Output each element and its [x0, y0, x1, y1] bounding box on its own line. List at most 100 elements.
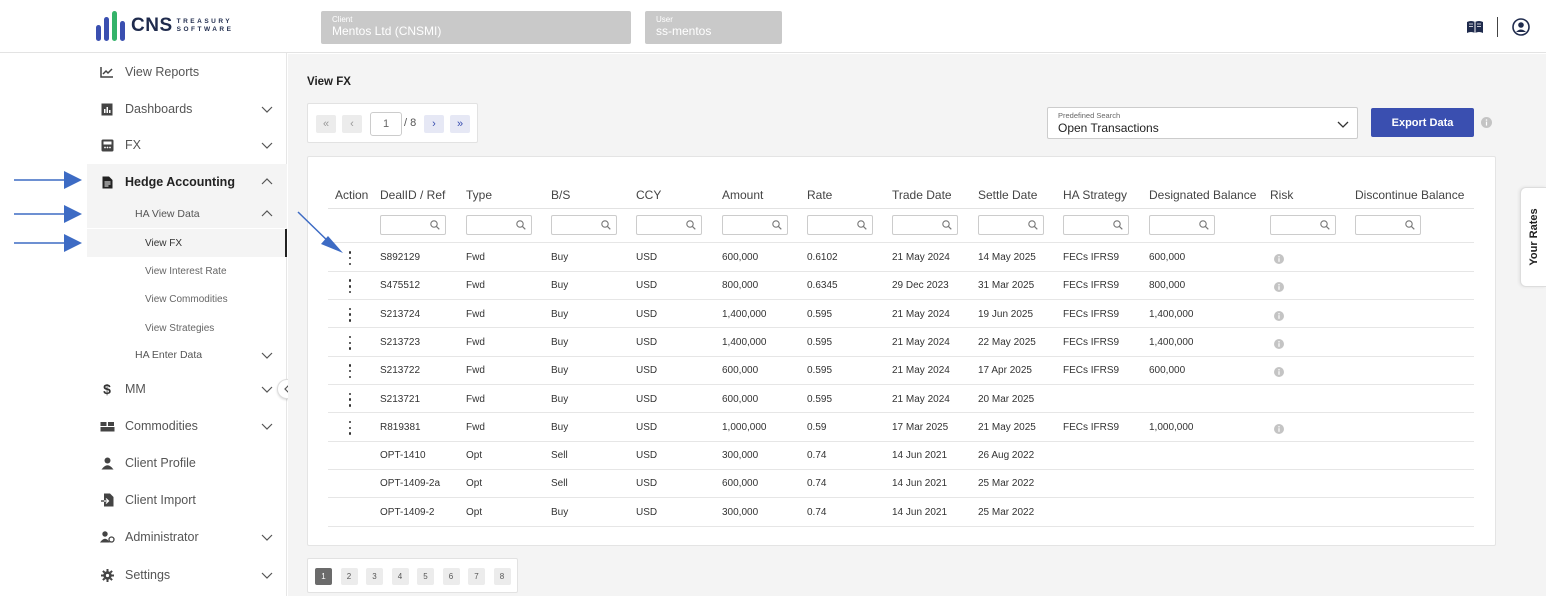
- filter-input-discontinue-balance[interactable]: [1355, 215, 1421, 235]
- page-button-8[interactable]: 8: [493, 568, 511, 585]
- your-rates-tab[interactable]: Your Rates: [1520, 187, 1546, 287]
- cell-ha-strategy: FECs IFRS9: [1063, 421, 1120, 433]
- page-button-2[interactable]: 2: [340, 568, 358, 585]
- page-button-6[interactable]: 6: [442, 568, 460, 585]
- main-content: View FX « ‹ 1 / 8 › » Predefined Search …: [288, 54, 1546, 596]
- sidebar-item-fx[interactable]: FX: [87, 127, 287, 163]
- risk-info-icon[interactable]: [1274, 310, 1284, 321]
- page-button-4[interactable]: 4: [391, 568, 409, 585]
- row-action-menu-icon[interactable]: [345, 279, 355, 294]
- filter-input-designated-balance[interactable]: [1149, 215, 1215, 235]
- table-row[interactable]: S475512 Fwd Buy USD 800,000 0.6345 29 Dec 2023…: [308, 271, 1497, 299]
- sidebar-item-view-strategies[interactable]: View Strategies: [87, 314, 287, 342]
- sidebar-item-client-profile[interactable]: Client Profile: [87, 445, 287, 481]
- next-page-button[interactable]: ›: [424, 115, 444, 133]
- search-icon: [1113, 220, 1123, 230]
- predefined-search-select[interactable]: Predefined Search Open Transactions: [1047, 107, 1358, 139]
- table-row[interactable]: S213722 Fwd Buy USD 600,000 0.595 21 May 2024 1…: [308, 356, 1497, 384]
- table-row[interactable]: OPT-1409-2 Opt Buy USD 300,000 0.74 14 Jun 202…: [308, 498, 1497, 526]
- sidebar-item-dashboards[interactable]: Dashboards: [87, 91, 287, 127]
- cell-buy-sell: Buy: [551, 393, 569, 405]
- sidebar-item-administrator[interactable]: Administrator: [87, 519, 287, 555]
- column-header-rate[interactable]: Rate: [807, 188, 832, 202]
- prev-page-button[interactable]: ‹: [342, 115, 362, 133]
- column-header-deal-id[interactable]: DealID / Ref: [380, 188, 445, 202]
- sidebar-item-view-fx[interactable]: View FX: [87, 229, 287, 257]
- column-header-risk[interactable]: Risk: [1270, 188, 1293, 202]
- table-row[interactable]: OPT-1410 Opt Sell USD 300,000 0.74 14 Jun 2021…: [308, 441, 1497, 469]
- filter-input-risk[interactable]: [1270, 215, 1336, 235]
- risk-info-icon[interactable]: [1274, 423, 1284, 434]
- row-action-menu-icon[interactable]: [345, 251, 355, 265]
- risk-info-icon[interactable]: [1274, 338, 1284, 349]
- filter-input-ha-strategy[interactable]: [1063, 215, 1129, 235]
- page-number-input[interactable]: 1: [370, 112, 402, 136]
- logo-sub-line2: SOFTWARE: [176, 26, 234, 33]
- first-page-button[interactable]: «: [316, 115, 336, 133]
- table-row[interactable]: S892129 Fwd Buy USD 600,000 0.6102 21 May 2024…: [308, 243, 1497, 271]
- sidebar-item-settings[interactable]: Settings: [87, 557, 287, 593]
- table-row[interactable]: OPT-1409-2a Opt Sell USD 600,000 0.74 14 Jun 2…: [308, 469, 1497, 497]
- filter-input-type[interactable]: [466, 215, 532, 235]
- sidebar-item-label: View Strategies: [145, 322, 215, 334]
- page-button-1[interactable]: 1: [315, 568, 332, 585]
- column-header-type[interactable]: Type: [466, 188, 492, 202]
- brand-logo[interactable]: CNS TREASURY SOFTWARE: [96, 11, 233, 41]
- column-header-ha-strategy[interactable]: HA Strategy: [1063, 188, 1127, 202]
- risk-info-icon[interactable]: [1274, 367, 1284, 378]
- client-selector[interactable]: Client Mentos Ltd (CNSMI): [321, 11, 631, 44]
- column-header-ccy[interactable]: CCY: [636, 188, 661, 202]
- page-button-3[interactable]: 3: [366, 568, 383, 585]
- column-header-discontinue-balance[interactable]: Discontinue Balance: [1355, 188, 1464, 202]
- arrow-view-fx: [14, 234, 82, 252]
- sidebar-item-ha-view-data[interactable]: HA View Data: [87, 200, 287, 228]
- cell-ccy: USD: [636, 365, 658, 377]
- page: CNS TREASURY SOFTWARE Client Mentos Ltd …: [0, 0, 1546, 596]
- sidebar-item-view-interest-rate[interactable]: View Interest Rate: [87, 257, 287, 285]
- sidebar-item-view-commodities[interactable]: View Commodities: [87, 285, 287, 313]
- column-header-designated-balance[interactable]: Designated Balance: [1149, 188, 1256, 202]
- table-row[interactable]: R819381 Fwd Buy USD 1,000,000 0.59 17 Mar 2025…: [308, 413, 1497, 441]
- cell-amount: 600,000: [722, 393, 759, 405]
- column-header-action[interactable]: Action: [335, 188, 368, 202]
- sidebar-item-view-reports[interactable]: View Reports: [87, 54, 287, 90]
- user-circle-icon[interactable]: [1511, 17, 1531, 37]
- filter-input-amount[interactable]: [722, 215, 788, 235]
- filter-input-rate[interactable]: [807, 215, 873, 235]
- table-row[interactable]: S213721 Fwd Buy USD 600,000 0.595 21 May 2024 2…: [308, 385, 1497, 413]
- table-row[interactable]: S213723 Fwd Buy USD 1,400,000 0.595 21 May 202…: [308, 328, 1497, 356]
- filter-input-ccy[interactable]: [636, 215, 702, 235]
- filter-input-deal-id[interactable]: [380, 215, 446, 235]
- cell-ha-strategy: FECs IFRS9: [1063, 365, 1120, 377]
- row-action-menu-icon[interactable]: [345, 307, 355, 322]
- cell-deal-id: S213721: [380, 393, 421, 405]
- filter-input-trade-date[interactable]: [892, 215, 958, 235]
- sidebar-item-client-import[interactable]: Client Import: [87, 482, 287, 518]
- user-selector[interactable]: User ss-mentos: [645, 11, 782, 44]
- row-action-menu-icon[interactable]: [345, 364, 355, 379]
- column-header-amount[interactable]: Amount: [722, 188, 763, 202]
- column-header-trade-date[interactable]: Trade Date: [892, 188, 952, 202]
- filter-input-buy-sell[interactable]: [551, 215, 617, 235]
- risk-info-icon[interactable]: [1274, 282, 1284, 293]
- book-icon[interactable]: [1465, 17, 1485, 37]
- last-page-button[interactable]: »: [450, 115, 470, 133]
- sidebar-item-ha-enter-data[interactable]: HA Enter Data: [87, 341, 287, 369]
- row-action-menu-icon[interactable]: [345, 420, 355, 435]
- sidebar-item-mm[interactable]: $ MM: [87, 371, 287, 407]
- column-header-settle-date[interactable]: Settle Date: [978, 188, 1037, 202]
- info-icon[interactable]: [1481, 117, 1492, 128]
- page-button-5[interactable]: 5: [417, 568, 434, 585]
- row-action-menu-icon[interactable]: [345, 392, 355, 407]
- sidebar-item-commodities[interactable]: Commodities: [87, 408, 287, 444]
- export-data-button[interactable]: Export Data: [1371, 108, 1474, 137]
- column-header-buy-sell[interactable]: B/S: [551, 188, 570, 202]
- table-row[interactable]: S213724 Fwd Buy USD 1,400,000 0.595 21 May 202…: [308, 300, 1497, 328]
- filter-input-settle-date[interactable]: [978, 215, 1044, 235]
- cell-deal-id: OPT-1409-2: [380, 506, 435, 518]
- row-action-menu-icon[interactable]: [345, 335, 355, 350]
- cell-trade-date: 21 May 2024: [892, 365, 950, 377]
- risk-info-icon[interactable]: [1274, 254, 1284, 264]
- sidebar-item-hedge-accounting[interactable]: Hedge Accounting: [87, 164, 287, 200]
- page-button-7[interactable]: 7: [468, 568, 485, 585]
